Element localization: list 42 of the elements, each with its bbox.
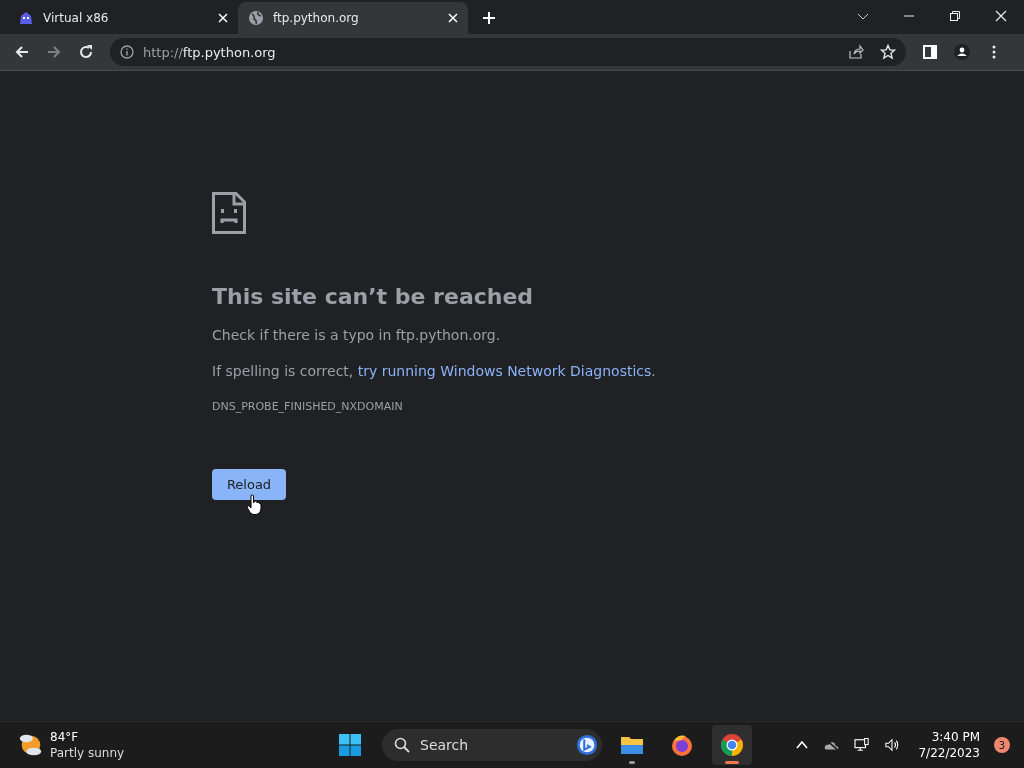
volume-icon[interactable] [884, 738, 901, 752]
network-icon[interactable] [854, 738, 871, 752]
error-message: Check if there is a typo in ftp.python.org. [212, 327, 501, 343]
address-bar[interactable]: http://ftp.python.org [110, 38, 906, 66]
tab-title: ftp.python.org [273, 11, 360, 25]
url-text: http://ftp.python.org [143, 44, 276, 60]
temperature: 84°F [50, 729, 80, 745]
reload-button[interactable]: Reload [212, 469, 286, 500]
hand-cursor-icon [246, 494, 262, 516]
app-icon [18, 10, 34, 26]
tab-title: Virtual x86 [43, 11, 110, 25]
error-code: DNS_PROBE_FINISHED_NXDOMAIN [212, 400, 403, 413]
browser-tab[interactable]: Virtual x86 [8, 2, 238, 34]
bing-icon[interactable] [576, 734, 598, 756]
close-icon[interactable] [995, 10, 1007, 22]
clock-time: 3:40 PM [931, 729, 980, 745]
sad-page-icon [212, 192, 246, 234]
reload-icon[interactable] [78, 44, 94, 60]
sun-cloud-icon [18, 732, 44, 758]
search-icon [394, 737, 410, 753]
side-panel-icon[interactable] [922, 44, 938, 60]
search-field[interactable]: Search [382, 729, 602, 761]
globe-icon [248, 10, 264, 26]
browser-tab[interactable]: ftp.python.org [238, 2, 468, 34]
forward-icon[interactable] [46, 44, 62, 60]
star-icon[interactable] [880, 44, 896, 60]
back-icon[interactable] [14, 44, 30, 60]
profile-icon[interactable] [954, 44, 970, 60]
notification-badge[interactable]: 3 [994, 737, 1010, 753]
info-icon[interactable] [120, 45, 134, 59]
firefox-icon [670, 733, 694, 757]
new-tab-icon[interactable] [482, 11, 496, 25]
weather-condition: Partly sunny [50, 745, 125, 761]
share-icon[interactable] [848, 44, 864, 60]
taskbar-app[interactable] [712, 725, 752, 765]
clock-date: 7/22/2023 [918, 745, 980, 761]
restore-icon[interactable] [949, 10, 961, 22]
diagnostics-link[interactable]: try running Windows Network Diagnostics [357, 363, 652, 379]
error-suggestion: If spelling is correct, try running Windows Network Diagnostics. [212, 363, 656, 379]
error-heading: This site can’t be reached [212, 284, 534, 309]
start-icon[interactable] [338, 733, 362, 757]
chrome-icon [720, 733, 744, 757]
